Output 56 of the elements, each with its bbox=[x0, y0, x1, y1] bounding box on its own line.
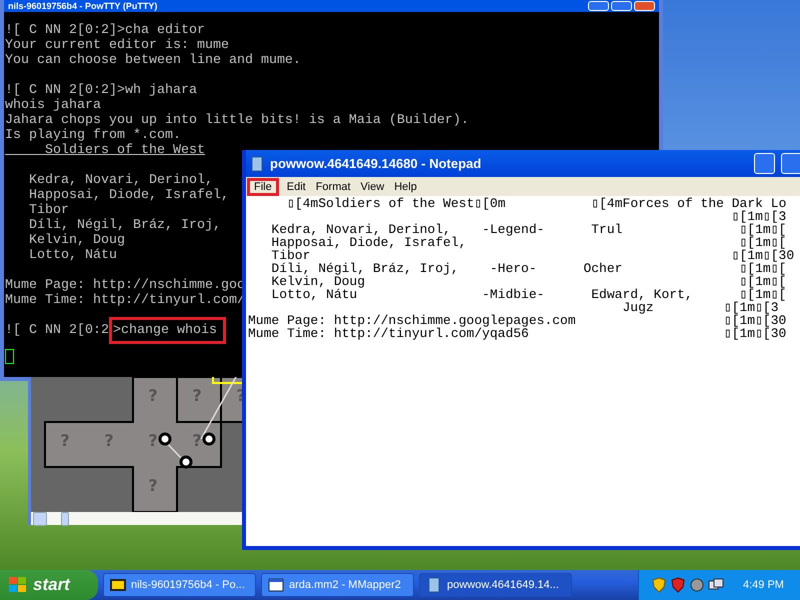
shield-icon[interactable] bbox=[670, 577, 686, 593]
window-icon bbox=[268, 577, 284, 593]
taskbar-item[interactable]: arda.mm2 - MMapper2 bbox=[261, 573, 414, 597]
text-cursor bbox=[5, 349, 14, 364]
text-line: Díli, Négil, Bráz, Iroj, -Hero- Ocher ▯[1m▯[ bbox=[270, 262, 786, 275]
minimize-button[interactable] bbox=[588, 1, 609, 11]
menu-item[interactable]: Format bbox=[310, 178, 356, 194]
terminal-line: Your current editor is: mume bbox=[5, 38, 229, 53]
terminal-line: whois jahara bbox=[5, 98, 101, 113]
taskbar-item[interactable]: powwow.4641649.14... bbox=[419, 573, 572, 597]
text-line: Happosai, Diode, Israfel, ▯[1m▯[ bbox=[270, 236, 786, 249]
terminal-line: Lotto, Nátu bbox=[28, 248, 117, 263]
text-line: ▯[1m▯[3 bbox=[730, 210, 786, 223]
maximize-button[interactable] bbox=[611, 1, 632, 11]
text-line: Kelvin, Doug ▯[1m▯[ bbox=[270, 275, 786, 288]
terminal-icon bbox=[110, 577, 126, 593]
terminal-line: Happosai, Diode, Israfel, bbox=[28, 188, 229, 203]
scroll-thumb[interactable] bbox=[61, 512, 69, 526]
window-title: powwow.4641649.14680 - Notepad bbox=[270, 156, 482, 171]
terminal-line: ![ C NN 2[0:2]>cha editor bbox=[5, 23, 205, 38]
terminal-line: Is playing from *.com. bbox=[5, 128, 181, 143]
minimize-button[interactable] bbox=[754, 153, 775, 174]
notepad-icon bbox=[250, 156, 264, 172]
menu-item[interactable]: Edit bbox=[282, 178, 311, 194]
text-line: ▯[4mSoldiers of the West▯[0m ▯[4mForces of the Dark Lo bbox=[286, 197, 786, 210]
terminal-line: Jahara chops you up into little bits! is a Maia (Builder). bbox=[5, 113, 469, 128]
text-line: Mume Page: http://nschimme.googlepages.com ▯[1m▯[30 bbox=[248, 314, 786, 327]
menu-item[interactable]: File bbox=[247, 178, 279, 196]
windows-flag-icon bbox=[8, 576, 28, 594]
terminal-line: Díli, Négil, Bráz, Iroj, bbox=[28, 218, 221, 233]
terminal-line: Kelvin, Doug bbox=[28, 233, 125, 248]
text-line: Lotto, Nátu -Midbie- Edward, Kort, ▯[1m▯[ bbox=[270, 288, 786, 301]
menu-item[interactable]: View bbox=[356, 178, 390, 194]
shield-icon[interactable] bbox=[651, 577, 667, 593]
taskbar-item[interactable]: nils-96019756b4 - Po... bbox=[103, 573, 256, 597]
text-line: Tibor ▯[1m▯[30 bbox=[270, 249, 794, 262]
terminal-line: Mume Page: http://nschimme.goo bbox=[5, 278, 245, 293]
window-title: nils-96019756b4 - PowTTY (PuTTY) bbox=[8, 1, 158, 11]
terminal-line: Mume Time: http://tinyurl.com/ bbox=[5, 293, 245, 308]
clock: 4:49 PM bbox=[743, 579, 784, 591]
terminal-line: You can choose between line and mume. bbox=[5, 53, 301, 68]
start-button[interactable]: start bbox=[0, 570, 98, 600]
menu-item[interactable]: Help bbox=[389, 178, 422, 194]
terminal-line: Kedra, Novari, Derinol, bbox=[28, 173, 213, 188]
maximize-button[interactable] bbox=[781, 153, 800, 174]
close-button[interactable] bbox=[634, 1, 655, 11]
terminal-line: Tibor bbox=[28, 203, 69, 218]
notepad-icon bbox=[426, 577, 442, 593]
terminal-prompt: ![ C NN 2[0:2 bbox=[5, 323, 109, 338]
text-line: Jugz ▯[1m▯[3 bbox=[622, 301, 779, 314]
text-line: Mume Time: http://tinyurl.com/yqad56 ▯[1m▯[30 bbox=[248, 327, 786, 340]
terminal-line: ![ C NN 2[0:2]>wh jahara bbox=[5, 83, 197, 98]
horizontal-scrollbar[interactable] bbox=[31, 512, 245, 525]
terminal-command: >change whois bbox=[108, 317, 226, 344]
terminal-line: Soldiers of the West bbox=[44, 143, 205, 158]
text-line: Kedra, Novari, Derinol, -Legend- Trul ▯[1m▯[ bbox=[270, 223, 786, 236]
